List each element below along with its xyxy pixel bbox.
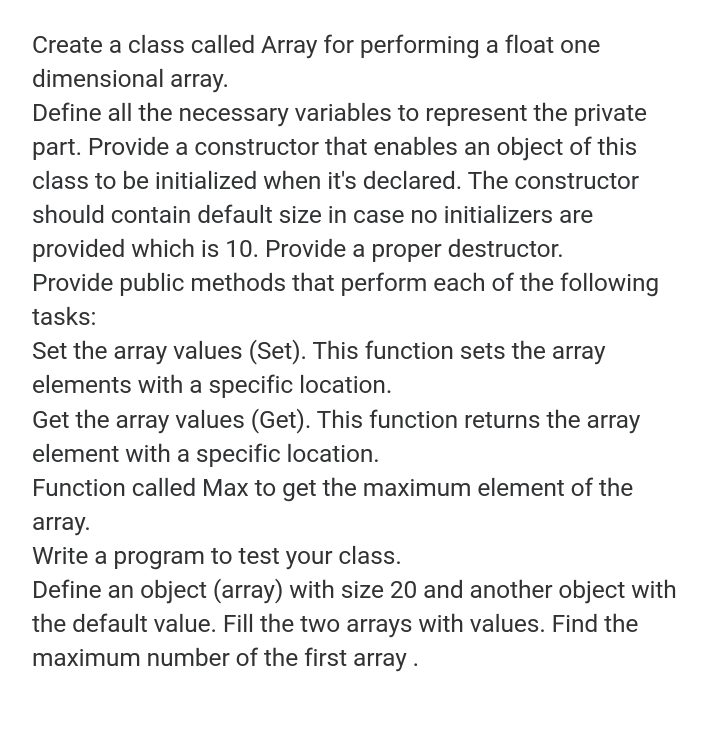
paragraph-7: Write a program to test your class. (32, 539, 688, 573)
paragraph-3: Provide public methods that perform each… (32, 266, 688, 334)
paragraph-4: Set the array values (Set). This functio… (32, 334, 688, 402)
paragraph-8: Define an object (array) with size 20 an… (32, 573, 688, 675)
paragraph-1: Create a class called Array for performi… (32, 28, 688, 96)
paragraph-5: Get the array values (Get). This functio… (32, 403, 688, 471)
paragraph-2: Define all the necessary variables to re… (32, 96, 688, 266)
document-body: Create a class called Array for performi… (32, 28, 688, 675)
paragraph-6: Function called Max to get the maximum e… (32, 471, 688, 539)
